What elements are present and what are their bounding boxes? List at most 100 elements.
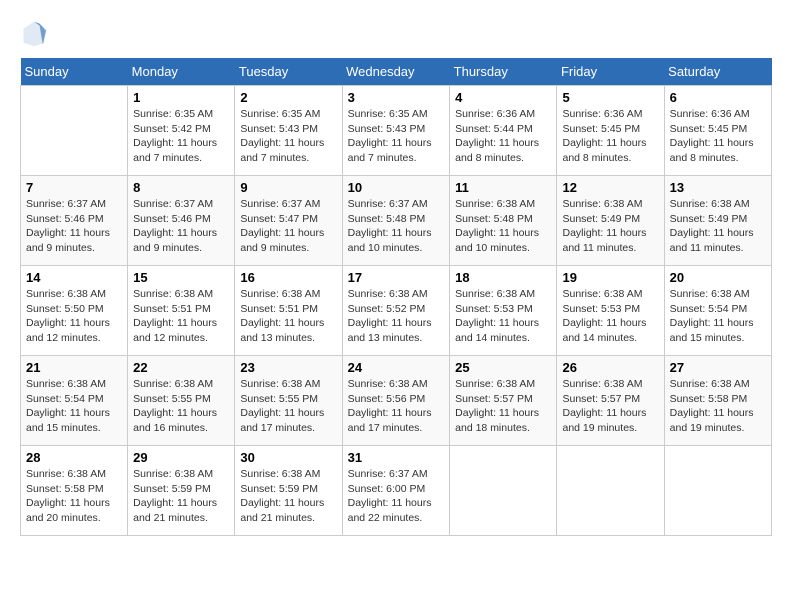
day-info: Sunrise: 6:38 AMSunset: 5:51 PMDaylight:…: [133, 287, 229, 346]
day-info: Sunrise: 6:38 AMSunset: 5:53 PMDaylight:…: [455, 287, 551, 346]
calendar-cell: 14 Sunrise: 6:38 AMSunset: 5:50 PMDayligh…: [21, 266, 128, 356]
calendar-cell: 3 Sunrise: 6:35 AMSunset: 5:43 PMDaylight…: [342, 86, 450, 176]
day-number: 2: [240, 90, 336, 105]
calendar-cell: [21, 86, 128, 176]
col-tuesday: Tuesday: [235, 58, 342, 86]
day-number: 4: [455, 90, 551, 105]
day-number: 21: [26, 360, 122, 375]
day-number: 10: [348, 180, 445, 195]
day-info: Sunrise: 6:36 AMSunset: 5:44 PMDaylight:…: [455, 107, 551, 166]
day-number: 26: [562, 360, 658, 375]
day-info: Sunrise: 6:36 AMSunset: 5:45 PMDaylight:…: [562, 107, 658, 166]
calendar-cell: 4 Sunrise: 6:36 AMSunset: 5:44 PMDaylight…: [450, 86, 557, 176]
logo-icon: [20, 20, 48, 48]
day-number: 17: [348, 270, 445, 285]
day-info: Sunrise: 6:38 AMSunset: 5:59 PMDaylight:…: [133, 467, 229, 526]
day-info: Sunrise: 6:38 AMSunset: 5:57 PMDaylight:…: [562, 377, 658, 436]
day-info: Sunrise: 6:38 AMSunset: 5:57 PMDaylight:…: [455, 377, 551, 436]
day-number: 27: [670, 360, 766, 375]
day-number: 1: [133, 90, 229, 105]
calendar-table: Sunday Monday Tuesday Wednesday Thursday…: [20, 58, 772, 536]
day-number: 22: [133, 360, 229, 375]
calendar-header-row: Sunday Monday Tuesday Wednesday Thursday…: [21, 58, 772, 86]
day-number: 29: [133, 450, 229, 465]
day-number: 8: [133, 180, 229, 195]
day-info: Sunrise: 6:36 AMSunset: 5:45 PMDaylight:…: [670, 107, 766, 166]
day-info: Sunrise: 6:38 AMSunset: 5:51 PMDaylight:…: [240, 287, 336, 346]
day-info: Sunrise: 6:38 AMSunset: 5:49 PMDaylight:…: [670, 197, 766, 256]
day-number: 14: [26, 270, 122, 285]
col-monday: Monday: [128, 58, 235, 86]
calendar-cell: 10 Sunrise: 6:37 AMSunset: 5:48 PMDayligh…: [342, 176, 450, 266]
day-number: 11: [455, 180, 551, 195]
day-info: Sunrise: 6:38 AMSunset: 5:55 PMDaylight:…: [240, 377, 336, 436]
day-info: Sunrise: 6:38 AMSunset: 5:56 PMDaylight:…: [348, 377, 445, 436]
day-number: 12: [562, 180, 658, 195]
day-number: 25: [455, 360, 551, 375]
day-info: Sunrise: 6:35 AMSunset: 5:43 PMDaylight:…: [348, 107, 445, 166]
day-number: 5: [562, 90, 658, 105]
calendar-cell: 22 Sunrise: 6:38 AMSunset: 5:55 PMDayligh…: [128, 356, 235, 446]
calendar-cell: 18Sunrise: 6:38 AMSunset: 5:53 PMDayligh…: [450, 266, 557, 356]
page-header: [20, 20, 772, 48]
calendar-cell: 12 Sunrise: 6:38 AMSunset: 5:49 PMDayligh…: [557, 176, 664, 266]
day-number: 31: [348, 450, 445, 465]
day-info: Sunrise: 6:38 AMSunset: 5:54 PMDaylight:…: [670, 287, 766, 346]
calendar-week-row: 21 Sunrise: 6:38 AMSunset: 5:54 PMDayligh…: [21, 356, 772, 446]
logo: [20, 20, 52, 48]
day-number: 30: [240, 450, 336, 465]
col-thursday: Thursday: [450, 58, 557, 86]
calendar-cell: [664, 446, 771, 536]
day-number: 9: [240, 180, 336, 195]
calendar-cell: 11Sunrise: 6:38 AMSunset: 5:48 PMDayligh…: [450, 176, 557, 266]
calendar-cell: 17 Sunrise: 6:38 AMSunset: 5:52 PMDayligh…: [342, 266, 450, 356]
calendar-cell: 2Sunrise: 6:35 AMSunset: 5:43 PMDaylight…: [235, 86, 342, 176]
day-number: 7: [26, 180, 122, 195]
day-number: 3: [348, 90, 445, 105]
day-number: 13: [670, 180, 766, 195]
calendar-cell: 13 Sunrise: 6:38 AMSunset: 5:49 PMDayligh…: [664, 176, 771, 266]
day-info: Sunrise: 6:38 AMSunset: 5:58 PMDaylight:…: [670, 377, 766, 436]
day-info: Sunrise: 6:37 AMSunset: 5:48 PMDaylight:…: [348, 197, 445, 256]
day-info: Sunrise: 6:37 AMSunset: 5:46 PMDaylight:…: [26, 197, 122, 256]
calendar-cell: 31Sunrise: 6:37 AMSunset: 6:00 PMDayligh…: [342, 446, 450, 536]
calendar-cell: 9Sunrise: 6:37 AMSunset: 5:47 PMDaylight…: [235, 176, 342, 266]
day-number: 28: [26, 450, 122, 465]
day-info: Sunrise: 6:35 AMSunset: 5:42 PMDaylight:…: [133, 107, 229, 166]
calendar-cell: 26 Sunrise: 6:38 AMSunset: 5:57 PMDayligh…: [557, 356, 664, 446]
calendar-cell: 1 Sunrise: 6:35 AMSunset: 5:42 PMDaylight…: [128, 86, 235, 176]
calendar-cell: 19 Sunrise: 6:38 AMSunset: 5:53 PMDayligh…: [557, 266, 664, 356]
calendar-cell: [450, 446, 557, 536]
day-info: Sunrise: 6:38 AMSunset: 5:52 PMDaylight:…: [348, 287, 445, 346]
calendar-cell: 16 Sunrise: 6:38 AMSunset: 5:51 PMDayligh…: [235, 266, 342, 356]
day-number: 19: [562, 270, 658, 285]
calendar-week-row: 7 Sunrise: 6:37 AMSunset: 5:46 PMDaylight…: [21, 176, 772, 266]
day-number: 24: [348, 360, 445, 375]
calendar-cell: 15Sunrise: 6:38 AMSunset: 5:51 PMDayligh…: [128, 266, 235, 356]
day-info: Sunrise: 6:38 AMSunset: 5:50 PMDaylight:…: [26, 287, 122, 346]
calendar-cell: 7 Sunrise: 6:37 AMSunset: 5:46 PMDaylight…: [21, 176, 128, 266]
day-number: 6: [670, 90, 766, 105]
calendar-week-row: 28 Sunrise: 6:38 AMSunset: 5:58 PMDayligh…: [21, 446, 772, 536]
col-saturday: Saturday: [664, 58, 771, 86]
day-info: Sunrise: 6:38 AMSunset: 5:58 PMDaylight:…: [26, 467, 122, 526]
day-info: Sunrise: 6:38 AMSunset: 5:49 PMDaylight:…: [562, 197, 658, 256]
calendar-cell: 5 Sunrise: 6:36 AMSunset: 5:45 PMDaylight…: [557, 86, 664, 176]
col-friday: Friday: [557, 58, 664, 86]
day-number: 23: [240, 360, 336, 375]
calendar-cell: 24 Sunrise: 6:38 AMSunset: 5:56 PMDayligh…: [342, 356, 450, 446]
calendar-cell: [557, 446, 664, 536]
day-info: Sunrise: 6:38 AMSunset: 5:53 PMDaylight:…: [562, 287, 658, 346]
day-number: 20: [670, 270, 766, 285]
calendar-cell: 28 Sunrise: 6:38 AMSunset: 5:58 PMDayligh…: [21, 446, 128, 536]
calendar-cell: 27 Sunrise: 6:38 AMSunset: 5:58 PMDayligh…: [664, 356, 771, 446]
day-number: 16: [240, 270, 336, 285]
calendar-week-row: 1 Sunrise: 6:35 AMSunset: 5:42 PMDaylight…: [21, 86, 772, 176]
calendar-cell: 29 Sunrise: 6:38 AMSunset: 5:59 PMDayligh…: [128, 446, 235, 536]
day-info: Sunrise: 6:38 AMSunset: 5:55 PMDaylight:…: [133, 377, 229, 436]
calendar-cell: 8 Sunrise: 6:37 AMSunset: 5:46 PMDaylight…: [128, 176, 235, 266]
day-info: Sunrise: 6:37 AMSunset: 5:46 PMDaylight:…: [133, 197, 229, 256]
calendar-cell: 23 Sunrise: 6:38 AMSunset: 5:55 PMDayligh…: [235, 356, 342, 446]
day-info: Sunrise: 6:38 AMSunset: 5:54 PMDaylight:…: [26, 377, 122, 436]
calendar-cell: 21 Sunrise: 6:38 AMSunset: 5:54 PMDayligh…: [21, 356, 128, 446]
